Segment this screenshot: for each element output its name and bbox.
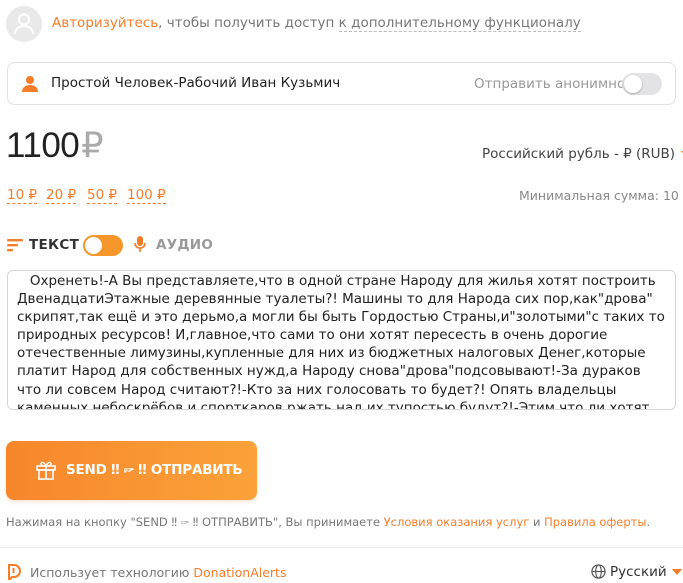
- offer-rules-link[interactable]: Правила оферты: [544, 515, 646, 529]
- footer-divider: [0, 547, 683, 548]
- login-link[interactable]: Авторизуйтесь: [52, 15, 158, 31]
- powered-by-text: Использует технологию: [30, 565, 194, 580]
- preset-amount-50[interactable]: 50 ₽: [87, 187, 118, 204]
- terms-of-service-link[interactable]: Условия оказания услуг: [384, 515, 530, 529]
- currency-select[interactable]: Российский рубль - ₽ (RUB): [482, 146, 683, 162]
- donationalerts-logo-icon: [8, 564, 21, 580]
- amount-currency-symbol: ₽: [81, 126, 104, 165]
- chevron-down-icon: [671, 569, 682, 575]
- language-select[interactable]: Русский: [591, 564, 682, 580]
- amount-value: 1100: [6, 126, 80, 165]
- terms-prefix: Нажимая на кнопку "SEND ‼ 🖙 ‼ ОТПРАВИТЬ"…: [6, 515, 384, 529]
- auth-prompt-features: к дополнительному функционалу: [338, 15, 581, 32]
- preset-amount-100[interactable]: 100 ₽: [127, 187, 166, 204]
- sender-name-field[interactable]: Простой Человек-Рабочий Иван Кузьмич: [51, 75, 340, 91]
- guest-avatar: [6, 6, 42, 42]
- auth-prompt-text: , чтобы получить доступ: [158, 15, 339, 31]
- send-button-label: SEND ‼ 🖙 ‼ ОТПРАВИТЬ: [66, 462, 243, 478]
- min-sum: Минимальная сумма: 10 ₽: [519, 188, 683, 203]
- language-value: Русский: [610, 564, 667, 580]
- anonymous-label: Отправить анонимно: [474, 76, 626, 92]
- anonymous-toggle[interactable]: [622, 73, 662, 95]
- preset-amount-20[interactable]: 20 ₽: [46, 187, 77, 204]
- mode-toggle-knob: [85, 237, 102, 254]
- mode-audio-label[interactable]: АУДИО: [156, 237, 213, 253]
- preset-amount-10[interactable]: 10 ₽: [7, 187, 38, 204]
- amount-input[interactable]: 1100₽: [6, 126, 104, 166]
- auth-prompt: Авторизуйтесь, чтобы получить доступ к д…: [52, 15, 581, 32]
- currency-select-value: Российский рубль - ₽ (RUB): [482, 146, 676, 162]
- terms-suffix: .: [646, 515, 651, 529]
- gift-icon: [36, 461, 56, 480]
- sender-card: Простой Человек-Рабочий Иван Кузьмич Отп…: [7, 62, 676, 105]
- mode-toggle[interactable]: [83, 235, 123, 256]
- powered-by: Использует технологию DonationAlerts: [30, 565, 286, 580]
- mode-text-label[interactable]: ТЕКСТ: [29, 237, 79, 253]
- terms-mid: и: [529, 515, 545, 529]
- message-textarea[interactable]: Охренеть!-А Вы представляете,что в одной…: [7, 270, 676, 410]
- mic-icon: [134, 236, 146, 252]
- anonymous-toggle-knob: [624, 75, 642, 93]
- globe-icon: [591, 564, 606, 579]
- text-icon: [7, 239, 23, 252]
- donationalerts-link[interactable]: DonationAlerts: [193, 565, 286, 580]
- user-icon: [22, 76, 38, 92]
- terms-notice: Нажимая на кнопку "SEND ‼ 🖙 ‼ ОТПРАВИТЬ"…: [6, 515, 650, 530]
- send-button[interactable]: SEND ‼ 🖙 ‼ ОТПРАВИТЬ: [6, 441, 257, 500]
- user-avatar-icon: [14, 13, 34, 35]
